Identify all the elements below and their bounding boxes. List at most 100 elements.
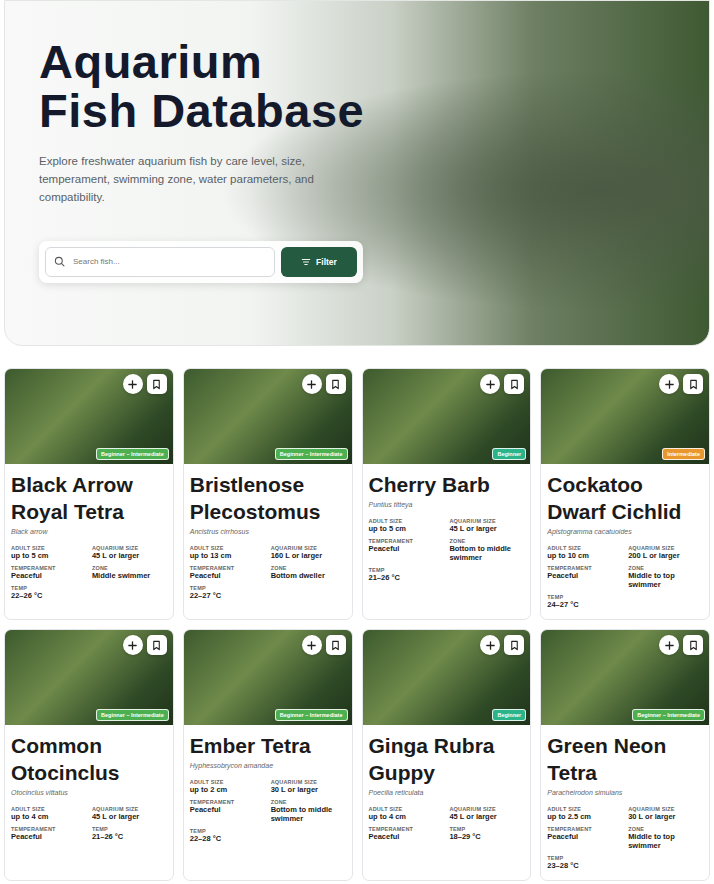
attribute-value: 45 L or larger xyxy=(449,524,524,533)
attribute: TEMPERAMENTPeaceful xyxy=(547,565,622,589)
attribute: TEMPERAMENTPeaceful xyxy=(369,538,444,562)
attribute-value: up to 5 cm xyxy=(369,524,444,533)
fish-name: Ember Tetra xyxy=(190,733,346,760)
care-badge: Beginner – Intermediate xyxy=(275,709,348,721)
bookmark-button[interactable] xyxy=(147,374,167,394)
bookmark-button[interactable] xyxy=(326,374,346,394)
bookmark-icon xyxy=(330,379,341,390)
attribute-value: 160 L or larger xyxy=(271,551,346,560)
bookmark-button[interactable] xyxy=(683,374,703,394)
add-button[interactable] xyxy=(659,374,679,394)
attribute-label: ADULT SIZE xyxy=(190,779,265,785)
add-button[interactable] xyxy=(659,635,679,655)
attribute-label: ZONE xyxy=(92,565,167,571)
plus-icon xyxy=(664,640,675,651)
attribute: TEMPERAMENTPeaceful xyxy=(190,799,265,823)
attribute-label: ZONE xyxy=(628,826,703,832)
attribute-label: TEMPERAMENT xyxy=(369,826,444,832)
fish-photo: Beginner xyxy=(363,369,531,464)
fish-card[interactable]: BeginnerCherry BarbPuntius titteyaADULT … xyxy=(362,368,532,620)
care-badge: Beginner – Intermediate xyxy=(632,709,705,721)
bookmark-icon xyxy=(688,640,699,651)
add-button[interactable] xyxy=(302,374,322,394)
fish-card[interactable]: Beginner – IntermediateBristlenose Pleco… xyxy=(183,368,353,620)
attribute-value: up to 13 cm xyxy=(190,551,265,560)
attribute: AQUARIUM SIZE30 L or larger xyxy=(628,806,703,821)
plus-icon xyxy=(127,379,138,390)
attribute-label: ZONE xyxy=(628,565,703,571)
attribute-label: TEMP xyxy=(92,826,167,832)
bookmark-button[interactable] xyxy=(147,635,167,655)
fish-photo: Beginner – Intermediate xyxy=(5,630,173,725)
attribute-grid: ADULT SIZEup to 5 cmAQUARIUM SIZE45 L or… xyxy=(11,545,167,600)
attribute-label: TEMP xyxy=(11,585,86,591)
attribute-label: ADULT SIZE xyxy=(11,806,86,812)
attribute-grid: ADULT SIZEup to 10 cmAQUARIUM SIZE200 L … xyxy=(547,545,703,609)
care-badge: Beginner – Intermediate xyxy=(96,709,169,721)
attribute: AQUARIUM SIZE45 L or larger xyxy=(92,806,167,821)
attribute: AQUARIUM SIZE30 L or larger xyxy=(271,779,346,794)
attribute-value: Peaceful xyxy=(369,544,444,553)
attribute: TEMP21–26 °C xyxy=(369,567,444,582)
attribute-value: Peaceful xyxy=(547,571,622,580)
attribute: TEMP22–27 °C xyxy=(190,585,265,600)
attribute-value: Bottom to middle swimmer xyxy=(449,544,524,562)
scientific-name: Otocinclus vittatus xyxy=(11,789,167,796)
fish-name: Ginga Rubra Guppy xyxy=(369,733,525,787)
filter-button[interactable]: Filter xyxy=(281,247,357,277)
attribute-grid: ADULT SIZEup to 4 cmAQUARIUM SIZE45 L or… xyxy=(369,806,525,841)
attribute-value: Peaceful xyxy=(547,832,622,841)
bookmark-button[interactable] xyxy=(326,635,346,655)
fish-card[interactable]: Beginner – Intermediate Ember Tetra Hyphes… xyxy=(183,629,353,881)
attribute-label: AQUARIUM SIZE xyxy=(449,806,524,812)
add-button[interactable] xyxy=(123,635,143,655)
add-button[interactable] xyxy=(123,374,143,394)
fish-card[interactable]: Beginner – IntermediateGreen Neon TetraP… xyxy=(540,629,710,881)
card-actions xyxy=(302,374,346,394)
attribute-value: up to 2 cm xyxy=(190,785,265,794)
care-badge: Beginner xyxy=(492,709,526,721)
search-field[interactable] xyxy=(45,247,275,277)
attribute-label: AQUARIUM SIZE xyxy=(628,545,703,551)
attribute-value: 22–28 °C xyxy=(190,834,265,843)
attribute-grid: ADULT SIZEup to 13 cmAQUARIUM SIZE160 L … xyxy=(190,545,346,600)
fish-name: Common Otocinclus xyxy=(11,733,167,787)
bookmark-icon xyxy=(330,640,341,651)
bookmark-button[interactable] xyxy=(504,374,524,394)
attribute-grid: ADULT SIZEup to 5 cmAQUARIUM SIZE45 L or… xyxy=(369,518,525,582)
scientific-name: Hyphessobrycon amandae xyxy=(190,762,346,769)
add-button[interactable] xyxy=(480,635,500,655)
attribute: TEMPERAMENTPeaceful xyxy=(369,826,444,841)
attribute: TEMP21–26 °C xyxy=(92,826,167,841)
attribute: ADULT SIZEup to 5 cm xyxy=(369,518,444,533)
attribute: TEMPERAMENTPeaceful xyxy=(11,826,86,841)
scientific-name: Apistogramma cacatuoides xyxy=(547,528,703,535)
attribute-value: 22–26 °C xyxy=(11,591,86,600)
attribute-label: AQUARIUM SIZE xyxy=(628,806,703,812)
fish-name: Bristlenose Plecostomus xyxy=(190,472,346,526)
attribute-value: Peaceful xyxy=(190,805,265,814)
fish-card[interactable]: IntermediateCockatoo Dwarf CichlidApisto… xyxy=(540,368,710,620)
bookmark-button[interactable] xyxy=(683,635,703,655)
fish-card[interactable]: Beginner – IntermediateBlack Arrow Royal… xyxy=(4,368,174,620)
fish-card[interactable]: BeginnerGinga Rubra GuppyPoecilia reticu… xyxy=(362,629,532,881)
card-body: Cockatoo Dwarf CichlidApistogramma cacat… xyxy=(541,464,709,617)
search-input[interactable] xyxy=(71,256,266,267)
attribute-value: Middle to top swimmer xyxy=(628,571,703,589)
hero-title: Aquarium Fish Database xyxy=(39,37,369,136)
bookmark-button[interactable] xyxy=(504,635,524,655)
attribute: ADULT SIZEup to 2.5 cm xyxy=(547,806,622,821)
attribute-label: TEMPERAMENT xyxy=(190,799,265,805)
attribute: AQUARIUM SIZE200 L or larger xyxy=(628,545,703,560)
page: Aquarium Fish DatabaseExplore freshwater… xyxy=(0,0,714,884)
fish-card[interactable]: Beginner – Intermediate Common Otocinclus… xyxy=(4,629,174,881)
scientific-name: Ancistrus cirrhosus xyxy=(190,528,346,535)
add-button[interactable] xyxy=(302,635,322,655)
card-body: Cherry BarbPuntius titteyaADULT SIZEup t… xyxy=(363,464,531,590)
add-button[interactable] xyxy=(480,374,500,394)
attribute: TEMPERAMENTPeaceful xyxy=(11,565,86,580)
attribute: ZONEBottom dweller xyxy=(271,565,346,580)
scientific-name: Black arrow xyxy=(11,528,167,535)
attribute-value: 22–27 °C xyxy=(190,591,265,600)
bookmark-icon xyxy=(688,379,699,390)
